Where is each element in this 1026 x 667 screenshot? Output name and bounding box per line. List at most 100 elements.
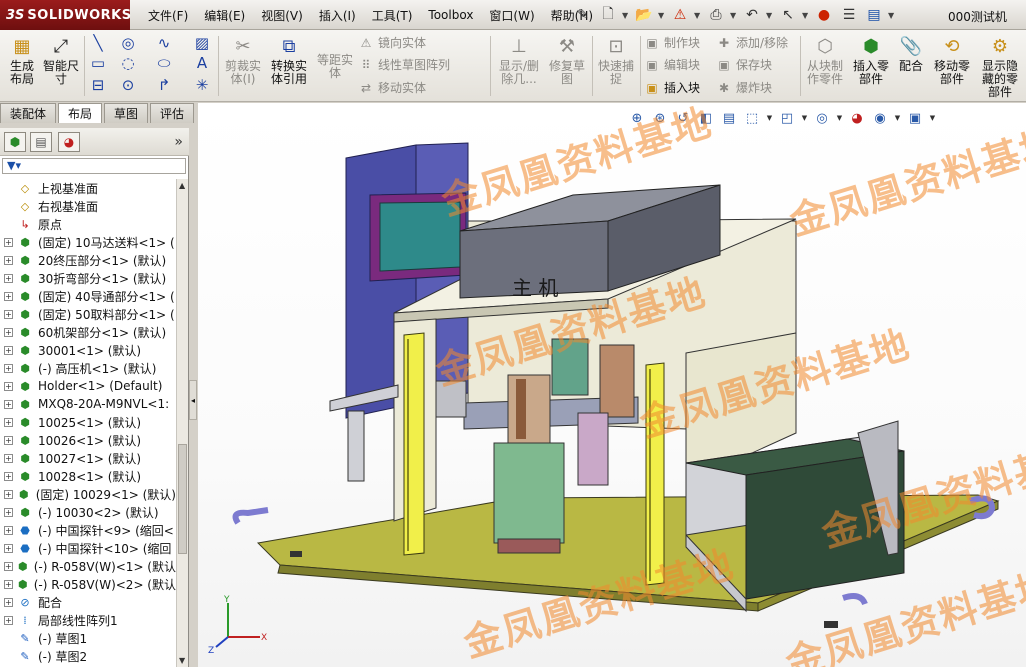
tree-item[interactable]: + ⬢ 10028<1> (默认) <box>0 467 176 485</box>
expand-icon[interactable]: + <box>4 255 13 265</box>
tree-item[interactable]: ◇ 上视基准面 <box>0 179 176 197</box>
pin-icon[interactable]: ✎ <box>572 4 594 26</box>
expand-icon[interactable]: + <box>4 417 13 427</box>
chevron-down-icon[interactable]: ▼ <box>802 11 810 20</box>
tree-item[interactable]: ◇ 右视基准面 <box>0 197 176 215</box>
arc-icon[interactable]: ◌ <box>118 54 138 72</box>
expand-icon[interactable]: + <box>4 453 13 463</box>
view-orientation-icon[interactable]: ⬚ <box>743 109 761 127</box>
linear-pattern-button[interactable]: ⠿ 线性草图阵列 <box>358 56 450 73</box>
tree-item[interactable]: + ⬢ 20终压部分<1> (默认) <box>0 251 176 269</box>
new-document-icon[interactable]: 🗋 <box>597 4 619 26</box>
make-part-from-block-button[interactable]: ⬡ 从块制 作零件 <box>804 34 846 86</box>
tree-item[interactable]: + ⬢ 30001<1> (默认) <box>0 341 176 359</box>
chevron-down-icon[interactable]: ▼ <box>658 11 666 20</box>
expand-icon[interactable]: + <box>4 489 13 499</box>
show-hidden-components-button[interactable]: ⚙ 显示隐 藏的零 部件 <box>978 34 1022 99</box>
solidworks-logo[interactable]: 3S SOLIDWORKS <box>0 0 131 30</box>
chevron-down-icon[interactable]: ▼ <box>622 11 630 20</box>
display-style-icon[interactable]: ◰ <box>778 109 796 127</box>
chevron-down-icon[interactable]: ▼ <box>766 109 773 127</box>
display-manager-tab-icon[interactable]: ◕ <box>58 132 80 152</box>
expand-icon[interactable]: + <box>4 237 13 247</box>
tree-item[interactable]: + ⬢ (-) R-058V(W)<2> (默认 <box>0 575 176 593</box>
tree-item[interactable]: + ⬢ (-) 10030<2> (默认) <box>0 503 176 521</box>
expand-icon[interactable]: + <box>4 345 13 355</box>
open-folder-icon[interactable]: 📂 <box>633 4 655 26</box>
undo-icon[interactable]: ↶ <box>741 4 763 26</box>
tree-item[interactable]: + ⬢ 10025<1> (默认) <box>0 413 176 431</box>
chevron-down-icon[interactable]: ▼ <box>929 109 936 127</box>
panel-collapse-handle[interactable]: ◂ <box>189 380 197 420</box>
polygon-icon[interactable]: ⊙ <box>118 76 138 94</box>
expand-icon[interactable]: + <box>4 471 13 481</box>
tree-scrollbar[interactable]: ▲ ▼ <box>176 179 188 667</box>
text-icon[interactable]: A <box>192 54 212 72</box>
make-block-button[interactable]: ▣ 制作块 <box>644 34 700 51</box>
file-properties-icon[interactable]: ☰ <box>838 4 860 26</box>
explode-block-button[interactable]: ✱ 爆炸块 <box>716 79 772 96</box>
tree-item[interactable]: + ⬢ 30折弯部分<1> (默认) <box>0 269 176 287</box>
view-settings-icon[interactable]: ▣ <box>906 109 924 127</box>
expand-icon[interactable]: + <box>4 381 13 391</box>
mate-button[interactable]: 📎 配合 <box>894 34 928 73</box>
traffic-light-icon[interactable]: ● <box>813 4 835 26</box>
menu-file[interactable]: 文件(F) <box>140 7 196 24</box>
tree-item[interactable]: + ⬢ 10026<1> (默认) <box>0 431 176 449</box>
expand-icon[interactable]: + <box>4 597 13 607</box>
grid-icon[interactable]: ▨ <box>192 34 212 52</box>
tab-evaluate[interactable]: 评估 <box>150 103 195 123</box>
tab-layout[interactable]: 布局 <box>58 103 103 123</box>
insert-components-button[interactable]: ⬢ 插入零 部件 <box>850 34 892 86</box>
hide-show-items-icon[interactable]: ◎ <box>813 109 831 127</box>
scroll-down-icon[interactable]: ▼ <box>179 656 185 665</box>
insert-block-button[interactable]: ▣ 插入块 <box>644 79 700 96</box>
chevron-down-icon[interactable]: ▼ <box>894 109 901 127</box>
line-icon[interactable]: ╲ <box>88 34 108 52</box>
options-icon[interactable]: ▤ <box>863 4 885 26</box>
ellipse-icon[interactable]: ⬭ <box>154 54 174 72</box>
chevron-down-icon[interactable]: ▼ <box>730 11 738 20</box>
move-component-button[interactable]: ⟲ 移动零 部件 <box>930 34 974 86</box>
scroll-up-icon[interactable]: ▲ <box>179 181 185 190</box>
tree-item[interactable]: + ⬢ (固定) 40导通部分<1> ( <box>0 287 176 305</box>
expand-icon[interactable]: + <box>4 363 13 373</box>
tree-filter[interactable]: ▼▾ <box>2 158 186 174</box>
tree-item[interactable]: + ⬢ Holder<1> (Default) <box>0 377 176 395</box>
quick-snaps-button[interactable]: ⊡ 快速捕 捉 <box>596 34 636 86</box>
apply-scene-icon[interactable]: ◉ <box>871 109 889 127</box>
generate-layout-button[interactable]: ▦ 生成 布局 <box>4 34 40 86</box>
slot-icon[interactable]: ⊟ <box>88 76 108 94</box>
property-manager-tab-icon[interactable]: ▤ <box>30 132 52 152</box>
expand-icon[interactable]: + <box>4 327 13 337</box>
tree-item[interactable]: ✎ (-) 草图1 <box>0 629 176 647</box>
trim-entities-button[interactable]: ✂ 剪裁实 体(I) <box>222 34 264 86</box>
tree-item[interactable]: + ⬣ (-) 中国探针<9> (缩回< <box>0 521 176 539</box>
menu-tools[interactable]: 工具(T) <box>364 7 421 24</box>
expand-icon[interactable]: + <box>4 525 13 535</box>
menu-edit[interactable]: 编辑(E) <box>196 7 253 24</box>
expand-icon[interactable]: + <box>4 561 13 571</box>
tree-item[interactable]: + ⬣ (-) 中国探针<10> (缩回 <box>0 539 176 557</box>
menu-insert[interactable]: 插入(I) <box>311 7 364 24</box>
chevron-down-icon[interactable]: ▼ <box>888 11 896 20</box>
tree-item[interactable]: ↳ 原点 <box>0 215 176 233</box>
expand-icon[interactable]: + <box>4 291 13 301</box>
menu-window[interactable]: 窗口(W) <box>481 7 542 24</box>
expand-icon[interactable]: + <box>4 543 13 553</box>
rebuild-warning-icon[interactable]: ⚠ <box>669 4 691 26</box>
tree-item[interactable]: + ⬢ 60机架部分<1> (默认) <box>0 323 176 341</box>
graphics-area[interactable]: 主 机 ⊕ ⊛ ↺ ◧ ▤ ⬚ ▼ ◰ ▼ ◎ ▼ ◕ ◉ ▼ ▣ ▼ 金凤凰资… <box>198 103 1026 667</box>
chevron-right-icon[interactable]: » <box>174 134 183 150</box>
scrollbar-thumb[interactable] <box>178 444 187 554</box>
tree-item[interactable]: + ⬢ (固定) 10马达送料<1> ( <box>0 233 176 251</box>
convert-entities-button[interactable]: ⧉ 转换实 体引用 <box>266 34 312 86</box>
circle-icon[interactable]: ◎ <box>118 34 138 52</box>
menu-view[interactable]: 视图(V) <box>253 7 311 24</box>
expand-icon[interactable]: + <box>4 309 13 319</box>
save-block-button[interactable]: ▣ 保存块 <box>716 56 772 73</box>
expand-icon[interactable]: + <box>4 579 13 589</box>
smart-dimension-button[interactable]: ⤢ 智能尺 寸 <box>40 34 82 86</box>
tab-sketch[interactable]: 草图 <box>104 103 149 123</box>
tree-item[interactable]: + ⁞ 局部线性阵列1 <box>0 611 176 629</box>
